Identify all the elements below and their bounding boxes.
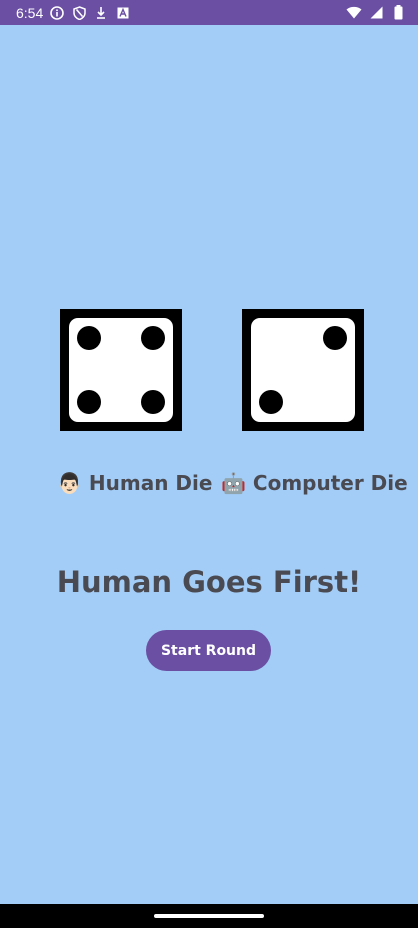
battery-icon <box>390 5 406 21</box>
human-die <box>60 309 182 431</box>
die-pip <box>323 326 347 350</box>
wifi-icon <box>346 5 362 21</box>
start-round-button[interactable]: Start Round <box>146 630 271 671</box>
font-icon <box>115 5 131 21</box>
status-time: 6:54 <box>16 4 44 21</box>
computer-die <box>242 309 364 431</box>
human-die-text: Human Die <box>88 471 213 495</box>
status-right <box>346 5 406 21</box>
human-die-label: 👨🏻 Human Die <box>57 468 212 498</box>
robot-icon: 🤖 <box>221 471 246 495</box>
man-face-icon: 👨🏻 <box>57 471 82 495</box>
shield-icon <box>71 5 87 21</box>
computer-die-label: 🤖 Computer Die <box>221 468 408 498</box>
die-pip <box>77 390 101 414</box>
die-pip <box>141 390 165 414</box>
computer-die-text: Computer Die <box>252 471 408 495</box>
computer-die-face <box>251 318 355 422</box>
die-pip <box>141 326 165 350</box>
signal-icon <box>368 5 384 21</box>
die-pip <box>259 390 283 414</box>
die-pip <box>77 326 101 350</box>
home-gesture-handle[interactable] <box>154 914 264 918</box>
download-icon <box>93 5 109 21</box>
human-die-face <box>69 318 173 422</box>
turn-headline: Human Goes First! <box>56 565 362 599</box>
status-bar: 6:54 <box>0 0 418 25</box>
status-left: 6:54 <box>16 5 131 21</box>
info-icon <box>49 5 65 21</box>
navigation-bar <box>0 904 418 928</box>
